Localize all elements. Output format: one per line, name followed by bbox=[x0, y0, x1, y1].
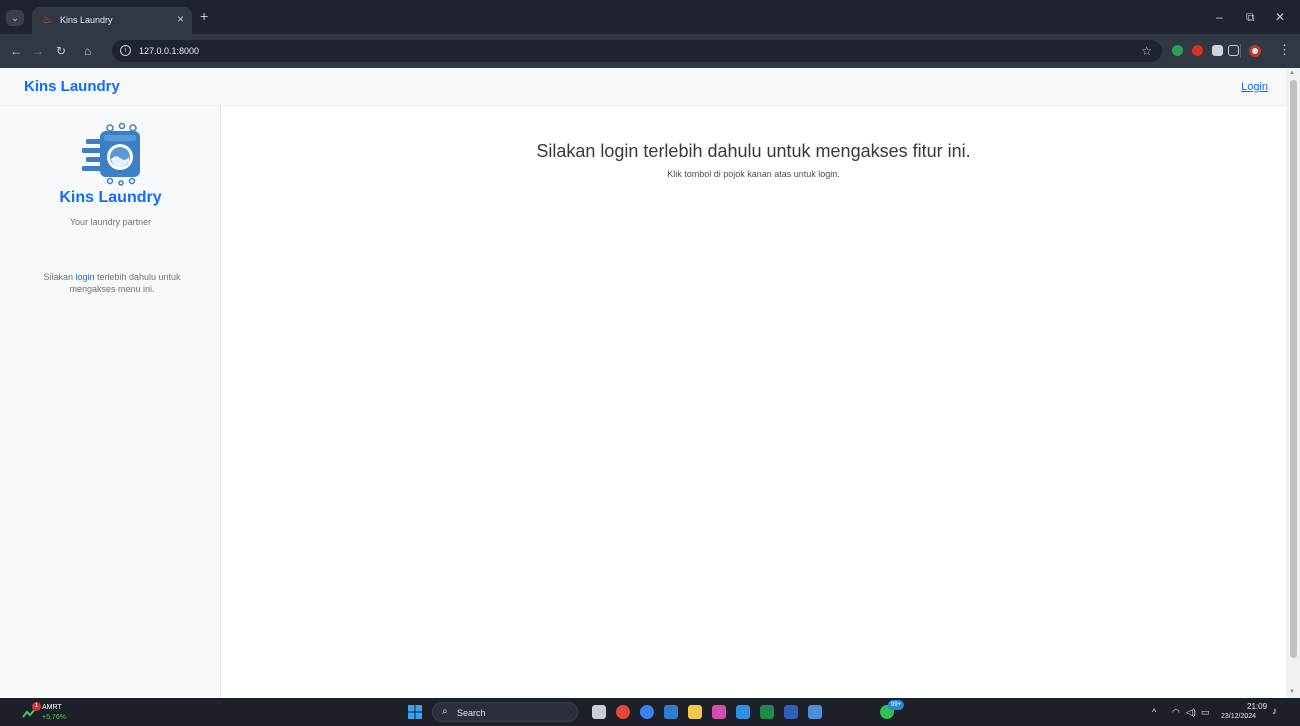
file-explorer-icon[interactable] bbox=[688, 705, 702, 719]
task-view-icon[interactable] bbox=[592, 705, 606, 719]
navbar-brand[interactable]: Kins Laundry bbox=[24, 78, 120, 96]
bookmark-star-icon[interactable]: ☆ bbox=[1141, 44, 1152, 58]
sidebar-tagline: Your laundry partner bbox=[69, 217, 152, 227]
notepad-icon[interactable] bbox=[808, 705, 822, 719]
stock-notification-badge: 1 bbox=[32, 702, 41, 711]
extensions-puzzle-icon[interactable] bbox=[1228, 45, 1239, 56]
windows-start-icon[interactable] bbox=[408, 705, 422, 719]
home-icon[interactable]: ⌂ bbox=[84, 44, 91, 58]
taskbar-search-placeholder: Search bbox=[457, 708, 486, 718]
sidebar-login-link[interactable]: login bbox=[75, 272, 94, 282]
microsoft-store-icon[interactable] bbox=[664, 705, 678, 719]
site-info-icon[interactable]: i bbox=[120, 45, 131, 56]
battery-icon[interactable]: ▭ bbox=[1201, 707, 1210, 718]
tray-chevron-up-icon[interactable]: ^ bbox=[1152, 707, 1156, 718]
profile-avatar[interactable] bbox=[1249, 45, 1261, 57]
address-url[interactable]: 127.0.0.1:8000 bbox=[139, 45, 199, 57]
windows-taskbar: 1 AMRT +5.76% ⌕ Search 99+ ^ ◠ ◁) ▭ 21:0… bbox=[0, 698, 1300, 726]
back-icon[interactable]: ← bbox=[10, 44, 22, 58]
forward-icon[interactable]: → bbox=[32, 44, 44, 58]
browser-tab[interactable]: ♨ Kins Laundry × bbox=[32, 7, 192, 34]
vscode-icon[interactable] bbox=[736, 705, 750, 719]
taskbar-search-box[interactable]: ⌕ Search bbox=[432, 702, 578, 722]
browser-toolbar: ← → ↻ ⌂ i 127.0.0.1:8000 ☆ ⋮ bbox=[0, 34, 1300, 68]
laundry-favicon-icon: ♨ bbox=[42, 14, 52, 26]
search-icon: ⌕ bbox=[442, 706, 448, 717]
stock-ticker[interactable]: AMRT bbox=[42, 703, 62, 712]
taskbar-date[interactable]: 23/12/2024 bbox=[1221, 712, 1256, 722]
word-icon[interactable] bbox=[784, 705, 798, 719]
scroll-down-arrow-icon[interactable]: ▼ bbox=[1289, 689, 1295, 695]
excel-icon[interactable] bbox=[760, 705, 774, 719]
reload-icon[interactable]: ↻ bbox=[56, 44, 66, 58]
extension-red-icon[interactable] bbox=[1192, 45, 1203, 56]
extension-green-icon[interactable] bbox=[1172, 45, 1183, 56]
browser-tab-bar: ⌄ ♨ Kins Laundry × + – ⧉ ✕ bbox=[0, 0, 1300, 34]
sidebar-message-prefix: Silakan bbox=[43, 272, 76, 282]
whatsapp-unread-badge: 99+ bbox=[888, 700, 905, 710]
scroll-up-arrow-icon[interactable]: ▲ bbox=[1289, 70, 1295, 76]
web-page: Kins Laundry Login Kins Laundry Your lau… bbox=[0, 68, 1286, 698]
new-tab-button[interactable]: + bbox=[200, 9, 208, 23]
notification-bell-icon[interactable]: ♪ bbox=[1272, 706, 1277, 718]
washing-machine-logo-icon bbox=[82, 122, 140, 186]
xampp-icon[interactable] bbox=[712, 705, 726, 719]
top-navbar: Kins Laundry Login bbox=[0, 68, 1286, 106]
browser-menu-icon[interactable]: ⋮ bbox=[1278, 43, 1291, 57]
toolbar-divider bbox=[1240, 44, 1241, 58]
sidebar-login-message: Silakan login terlebih dahulu untuk meng… bbox=[22, 271, 202, 295]
main-heading: Silakan login terlebih dahulu untuk meng… bbox=[536, 141, 971, 161]
login-link[interactable]: Login bbox=[1241, 80, 1268, 94]
scrollbar-thumb[interactable] bbox=[1290, 80, 1297, 658]
sidebar: Kins Laundry Your laundry partner Silaka… bbox=[0, 106, 221, 698]
copilot-icon[interactable] bbox=[640, 705, 654, 719]
window-restore-button[interactable]: ⧉ bbox=[1246, 10, 1255, 24]
tab-search-button[interactable]: ⌄ bbox=[6, 10, 24, 26]
stock-change: +5.76% bbox=[42, 714, 66, 721]
volume-icon[interactable]: ◁) bbox=[1186, 707, 1196, 718]
tab-close-icon[interactable]: × bbox=[177, 12, 184, 26]
tab-title: Kins Laundry bbox=[60, 15, 113, 25]
extension-grey-icon[interactable] bbox=[1212, 45, 1223, 56]
taskbar-time[interactable]: 21:09 bbox=[1247, 702, 1267, 712]
window-close-button[interactable]: ✕ bbox=[1275, 10, 1285, 24]
wifi-icon[interactable]: ◠ bbox=[1172, 707, 1180, 718]
main-subtext: Klik tombol di pojok kanan atas untuk lo… bbox=[667, 169, 840, 179]
sidebar-brand-title: Kins Laundry bbox=[59, 189, 162, 206]
chrome-icon[interactable] bbox=[616, 705, 630, 719]
page-scrollbar[interactable]: ▲ ▼ bbox=[1286, 68, 1300, 698]
window-minimize-button[interactable]: – bbox=[1216, 10, 1223, 24]
address-bar[interactable]: i 127.0.0.1:8000 ☆ bbox=[112, 40, 1162, 62]
